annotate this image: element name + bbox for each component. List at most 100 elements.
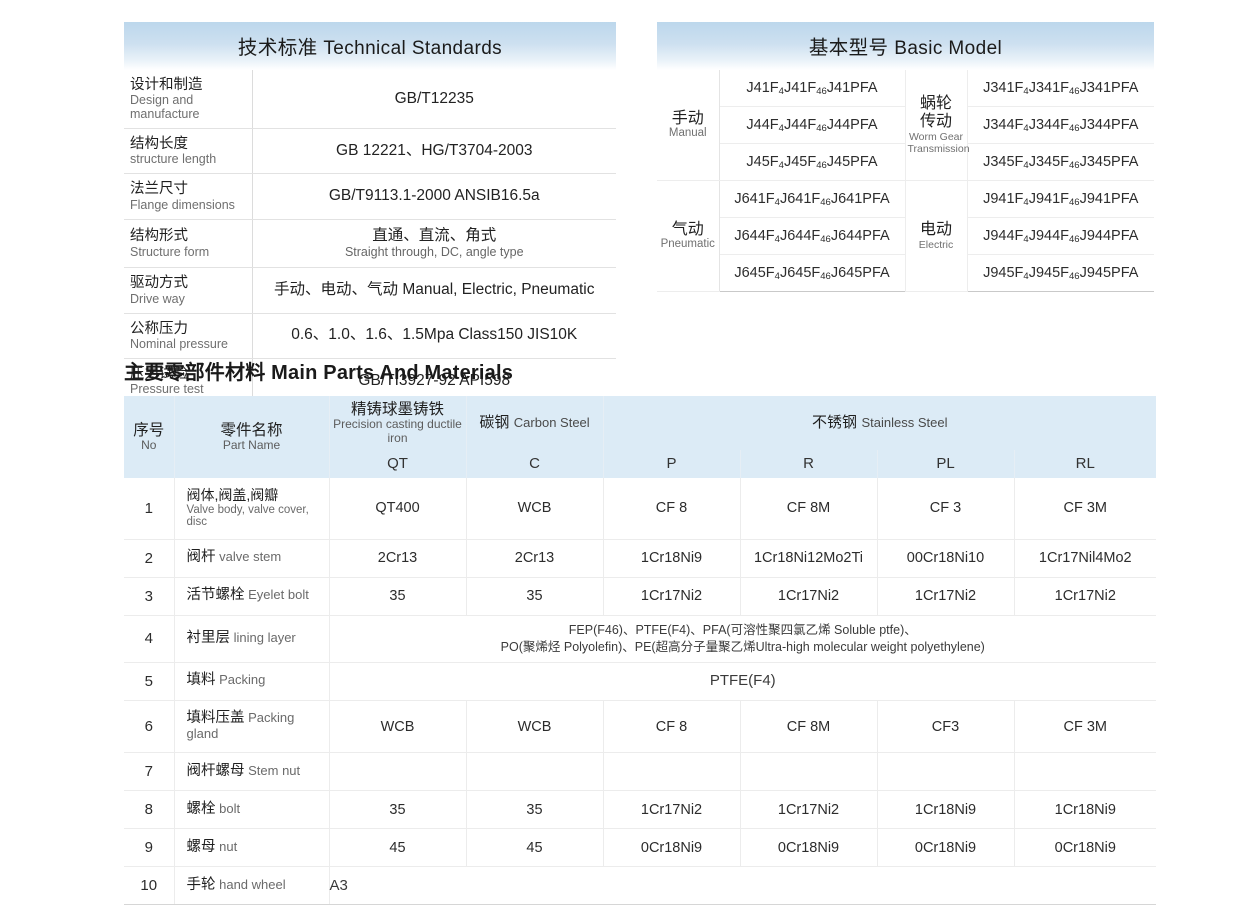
technical-standards-row: 结构形式 Structure form 直通、直流、角式 Straight throu…	[124, 219, 616, 269]
part-name-en: bolt	[215, 800, 241, 816]
row-no: 6	[124, 700, 175, 754]
part-name-en: valve stem	[215, 549, 282, 565]
row-cell: CF 8M	[740, 700, 878, 754]
table-row: 3 活节螺栓 Eyelet bolt 35 35 1Cr17Ni2 1Cr17Ni2 1Cr…	[124, 577, 1157, 616]
part-name-cn: 螺栓	[186, 800, 216, 817]
basic-model-code-right: J944F4J944F46J944PFA	[967, 217, 1154, 255]
row-cell: 1Cr17Ni2	[740, 577, 878, 616]
ts-label-cn: 设计和制造	[130, 77, 203, 93]
spec-sheet-page: 技术标准 Technical Standards 设计和制造 Design and…	[0, 0, 1258, 911]
header-code-text: P	[666, 455, 677, 473]
ts-value-2: GB/T9113.1-2000 ANSIB16.5a	[252, 173, 616, 220]
row-cell: 45	[466, 828, 604, 868]
header-carbon-steel: 碳钢 Carbon Steel	[466, 396, 604, 451]
row-span-cell: PTFE(F4)	[329, 662, 1157, 701]
technical-standards-table: 设计和制造 Design and manufacture GB/T12235 结构长度…	[124, 70, 616, 405]
ts-value-0: GB/T12235	[252, 70, 616, 130]
basic-model-header: 基本型号 Basic Model	[657, 22, 1154, 70]
row-cell: 0Cr18Ni9	[877, 828, 1015, 868]
drive-label-en: Manual	[668, 127, 707, 140]
row-cell: QT400	[329, 478, 467, 540]
basic-model-code-right: J941F4J941F46J941PFA	[967, 180, 1154, 218]
main-parts-section-title: 主要零部件材料 Main Parts And Materials	[124, 356, 513, 385]
row-part-name: 活节螺栓 Eyelet bolt	[174, 577, 330, 616]
part-name-en: nut	[215, 838, 238, 854]
header-code-text: C	[529, 455, 540, 473]
span-line-1: PO(聚烯烃 Polyolefin)、PE(超高分子量聚乙烯Ultra-high…	[500, 639, 985, 654]
part-name-cn: 填料	[186, 672, 216, 689]
transmission-label-cn2: 传动	[919, 112, 952, 130]
table-row: 1 阀体,阀盖,阀瓣 Valve body, valve cover, disc QT…	[124, 478, 1157, 540]
row-cell: 1Cr17Ni2	[740, 790, 878, 830]
technical-standards-panel: 技术标准 Technical Standards 设计和制造 Design and…	[124, 22, 616, 405]
part-name-en: lining layer	[230, 629, 296, 645]
row-cell: 1Cr17Ni2	[877, 577, 1015, 616]
technical-standards-title-cn: 技术标准	[237, 37, 318, 59]
row-cell	[603, 752, 741, 792]
row-cell: 35	[329, 790, 467, 830]
header-code-text: R	[803, 455, 814, 473]
ts-value-5: 0.6、1.0、1.6、1.5Mpa Class150 JIS10K	[252, 313, 616, 359]
row-no: 3	[124, 577, 175, 616]
ts-value-main: 手动、电动、气动 Manual, Electric, Pneumatic	[274, 281, 595, 299]
basic-model-code-right: J945F4J945F46J945PFA	[967, 254, 1154, 292]
row-cell: 2Cr13	[466, 539, 604, 578]
basic-model-title-cn: 基本型号	[808, 37, 889, 59]
row-no: 10	[124, 866, 175, 906]
ts-label-cn: 结构形式	[130, 228, 188, 245]
row-part-name: 填料 Packing	[174, 662, 330, 701]
basic-model-code-left: J641F4J641F46J641PFA	[719, 180, 906, 218]
ts-label-cn: 法兰尺寸	[130, 181, 188, 198]
row-part-name: 衬里层 lining layer	[174, 615, 330, 663]
row-cell: CF3	[877, 700, 1015, 754]
ts-value-1: GB 12221、HG/T3704-2003	[252, 128, 616, 175]
part-name-cn: 阀杆	[186, 549, 216, 566]
ts-label-4: 驱动方式 Drive way	[124, 267, 253, 314]
basic-model-code-left: J41F4J41F46J41PFA	[719, 70, 906, 107]
row-cell: 1Cr17Ni2	[603, 790, 741, 830]
table-row: 4 衬里层 lining layer FEP(F46)、PTFE(F4)、PFA(可…	[124, 615, 1157, 663]
main-parts-table-head: 序号 No 零件名称 Part Name 精铸球墨铸铁 Precision ca…	[124, 396, 1157, 479]
basic-model-table: 手动 Manual J41F4J41F46J41PFA 蜗轮 传动 Worm Gear Tr…	[657, 70, 1154, 292]
header-part-name: 零件名称 Part Name	[174, 396, 330, 479]
basic-model-code-right: J344F4J344F46J344PFA	[967, 106, 1154, 144]
row-cell: CF 8	[603, 700, 741, 754]
part-name-en: Packing	[215, 672, 266, 688]
technical-standards-row: 结构长度 structure length GB 12221、HG/T3704-20…	[124, 128, 616, 175]
row-span-cell: A3	[329, 866, 1157, 906]
row-no: 1	[124, 478, 175, 540]
main-parts-title-en: Main Parts And Materials	[271, 362, 514, 384]
transmission-label-en: Electric	[918, 238, 954, 251]
row-cell: 1Cr18Ni12Mo2Ti	[740, 539, 878, 578]
header-ductile-iron: 精铸球墨铸铁 Precision casting ductile iron	[329, 396, 467, 451]
part-name-cn: 填料压盖	[186, 709, 245, 726]
ts-value-main: 0.6、1.0、1.6、1.5Mpa Class150 JIS10K	[291, 326, 578, 344]
row-no: 2	[124, 539, 175, 578]
basic-model-code-left: J44F4J44F46J44PFA	[719, 106, 906, 144]
row-cell: CF 3M	[1014, 700, 1157, 754]
row-cell: 35	[466, 790, 604, 830]
ts-label-en: Flange dimensions	[130, 197, 235, 212]
row-cell: 1Cr17Ni2	[1014, 577, 1157, 616]
row-cell: 2Cr13	[329, 539, 467, 578]
table-row: 9 螺母 nut 45 45 0Cr18Ni9 0Cr18Ni9 0Cr18Ni9 0Cr18…	[124, 828, 1157, 868]
row-cell: 00Cr18Ni10	[877, 539, 1015, 578]
row-cell: 0Cr18Ni9	[603, 828, 741, 868]
row-cell	[466, 752, 604, 792]
drive-label-cn: 气动	[671, 220, 704, 238]
ts-label-en: Drive way	[130, 291, 185, 306]
header-code-qt: QT	[329, 450, 467, 479]
row-part-name: 阀体,阀盖,阀瓣 Valve body, valve cover, disc	[174, 478, 330, 540]
row-part-name: 填料压盖 Packing gland	[174, 700, 330, 754]
row-no: 7	[124, 752, 175, 792]
part-name-stack: 阀体,阀盖,阀瓣 Valve body, valve cover, disc	[187, 487, 326, 529]
basic-model-title-en: Basic Model	[894, 38, 1003, 59]
transmission-label-en2: Transmission	[907, 142, 970, 155]
basic-model-row: 气动 Pneumatic J641F4J641F46J641PFA 电动 Electri…	[657, 180, 1154, 292]
header-stainless-steel: 不锈钢 Stainless Steel	[603, 396, 1157, 451]
header-code-r: R	[740, 450, 878, 479]
ts-label-en: Design and manufacture	[130, 93, 200, 122]
technical-standards-title-en: Technical Standards	[323, 38, 503, 59]
row-no: 8	[124, 790, 175, 830]
row-cell: 1Cr18Ni9	[603, 539, 741, 578]
